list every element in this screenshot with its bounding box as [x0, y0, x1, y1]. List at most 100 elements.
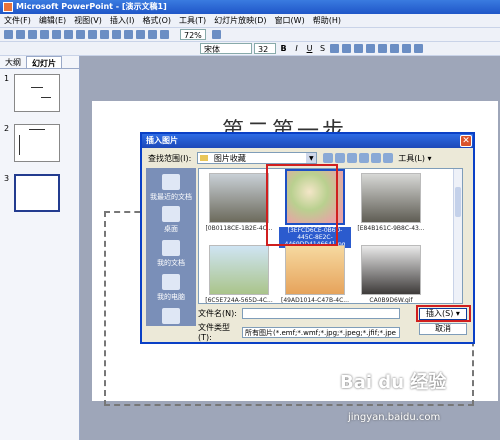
file-item[interactable]: CA0B9D6W.gif	[355, 245, 427, 304]
recent-documents-icon	[162, 174, 180, 190]
file-thumbnail	[285, 245, 345, 295]
undo-icon[interactable]	[112, 30, 121, 39]
chart-icon[interactable]	[136, 30, 145, 39]
preview-icon[interactable]	[52, 30, 61, 39]
italic-button[interactable]: I	[291, 43, 302, 54]
network-icon	[162, 308, 180, 324]
increase-font-icon[interactable]	[390, 44, 399, 53]
align-left-icon[interactable]	[330, 44, 339, 53]
file-thumbnail	[361, 245, 421, 295]
up-folder-icon[interactable]	[335, 153, 346, 163]
thumb-text-line	[29, 129, 45, 130]
place-desktop[interactable]: 桌面	[146, 206, 196, 234]
menu-edit[interactable]: 编辑(E)	[39, 15, 66, 26]
look-in-value: 图片收藏	[213, 154, 246, 163]
close-icon[interactable]: ✕	[460, 135, 472, 147]
menu-format[interactable]: 格式(O)	[142, 15, 171, 26]
look-in-row: 查找范围(I): 图片收藏 ▼ 工具(L) ▾	[148, 152, 432, 164]
align-center-icon[interactable]	[342, 44, 351, 53]
grid-icon[interactable]	[160, 30, 169, 39]
menu-insert[interactable]: 插入(I)	[110, 15, 135, 26]
chevron-down-icon[interactable]: ▼	[306, 153, 317, 163]
views-icon[interactable]	[383, 153, 394, 163]
tools-menu[interactable]: 工具(L) ▾	[398, 153, 431, 164]
help-icon[interactable]	[211, 30, 221, 39]
menu-bar: 文件(F) 编辑(E) 视图(V) 插入(I) 格式(O) 工具(T) 幻灯片放…	[0, 14, 500, 28]
look-in-label: 查找范围(I):	[148, 153, 192, 163]
place-label: 桌面	[164, 225, 178, 233]
file-item[interactable]: [E84B161C-9B8C-43...	[355, 173, 427, 232]
menu-window[interactable]: 窗口(W)	[275, 15, 305, 26]
file-thumbnail	[209, 245, 269, 295]
place-my-computer[interactable]: 我的电脑	[146, 274, 196, 302]
cancel-button[interactable]: 取消	[419, 323, 467, 335]
shadow-button[interactable]: S	[317, 43, 328, 54]
place-label: 我的文档	[157, 259, 185, 267]
place-recent[interactable]: 我最近的文档	[146, 174, 196, 202]
file-item[interactable]: [6C5E724A-565D-4C...	[203, 245, 275, 304]
back-icon[interactable]	[323, 153, 334, 163]
slide-thumbnail-3[interactable]	[14, 174, 60, 212]
place-my-documents[interactable]: 我的文档	[146, 240, 196, 268]
place-network[interactable]	[146, 308, 196, 326]
print-icon[interactable]	[40, 30, 49, 39]
panel-tabs: 大纲 幻灯片	[0, 56, 79, 69]
delete-icon[interactable]	[359, 153, 370, 163]
file-name: [0B0118CE-1B2E-4C...	[205, 225, 273, 232]
menu-tools[interactable]: 工具(T)	[179, 15, 206, 26]
tab-outline[interactable]: 大纲	[0, 56, 26, 68]
file-item[interactable]: [49AD1014-C47B-4C...	[279, 245, 351, 303]
filetype-label: 文件类型(T):	[198, 323, 230, 342]
thumb-text-line	[31, 87, 43, 88]
filetype-select[interactable]: 所有图片(*.emf;*.wmf;*.jpg;*.jpeg;*.jfif;*.j…	[242, 326, 400, 338]
font-select[interactable]: 宋体	[200, 43, 252, 54]
slide-number: 2	[4, 124, 10, 133]
new-icon[interactable]	[4, 30, 13, 39]
my-documents-icon	[162, 240, 180, 256]
file-name: CA0B9D6W.gif	[369, 297, 413, 304]
filetype-row: 文件类型(T): 所有图片(*.emf;*.wmf;*.jpg;*.jpeg;*…	[198, 322, 400, 342]
filename-row: 文件名(N):	[198, 308, 400, 319]
vertical-scrollbar[interactable]	[453, 169, 462, 303]
save-icon[interactable]	[28, 30, 37, 39]
paste-icon[interactable]	[100, 30, 109, 39]
search-web-icon[interactable]	[347, 153, 358, 163]
window-title: Microsoft PowerPoint - [演示文稿1]	[16, 2, 167, 11]
slide-thumbnail-1[interactable]	[14, 74, 60, 112]
menu-file[interactable]: 文件(F)	[4, 15, 31, 26]
align-right-icon[interactable]	[354, 44, 363, 53]
open-icon[interactable]	[16, 30, 25, 39]
filename-input[interactable]	[242, 308, 400, 319]
my-computer-icon	[162, 274, 180, 290]
zoom-select[interactable]: 72%	[180, 29, 206, 40]
new-folder-icon[interactable]	[371, 153, 382, 163]
underline-button[interactable]: U	[304, 43, 315, 54]
slide-thumbnail-2[interactable]	[14, 124, 60, 162]
insert-button-highlight	[416, 305, 471, 322]
place-label: 我最近的文档	[150, 193, 192, 201]
look-in-select[interactable]: 图片收藏 ▼	[197, 152, 318, 164]
spellcheck-icon[interactable]	[64, 30, 73, 39]
cut-icon[interactable]	[76, 30, 85, 39]
table-icon[interactable]	[148, 30, 157, 39]
tab-slides[interactable]: 幻灯片	[26, 56, 62, 68]
font-size-select[interactable]: 32	[254, 43, 276, 54]
menu-slideshow[interactable]: 幻灯片放映(D)	[214, 15, 266, 26]
font-color-icon[interactable]	[414, 44, 423, 53]
file-item[interactable]: [0B0118CE-1B2E-4C...	[203, 173, 275, 232]
dialog-titlebar: 插入图片 ✕	[142, 134, 473, 148]
decrease-font-icon[interactable]	[402, 44, 411, 53]
file-name: [6C5E724A-565D-4C...	[205, 297, 273, 304]
bold-button[interactable]: B	[278, 43, 289, 54]
desktop-icon	[162, 206, 180, 222]
menu-view[interactable]: 视图(V)	[74, 15, 102, 26]
places-bar: 我最近的文档 桌面 我的文档 我的电脑	[146, 168, 196, 326]
bullets-icon[interactable]	[378, 44, 387, 53]
numbering-icon[interactable]	[366, 44, 375, 53]
slides-panel: 大纲 幻灯片 1 2 3	[0, 56, 80, 440]
scroll-thumb[interactable]	[455, 187, 461, 217]
place-label: 我的电脑	[157, 293, 185, 301]
copy-icon[interactable]	[88, 30, 97, 39]
menu-help[interactable]: 帮助(H)	[313, 15, 341, 26]
redo-icon[interactable]	[124, 30, 133, 39]
